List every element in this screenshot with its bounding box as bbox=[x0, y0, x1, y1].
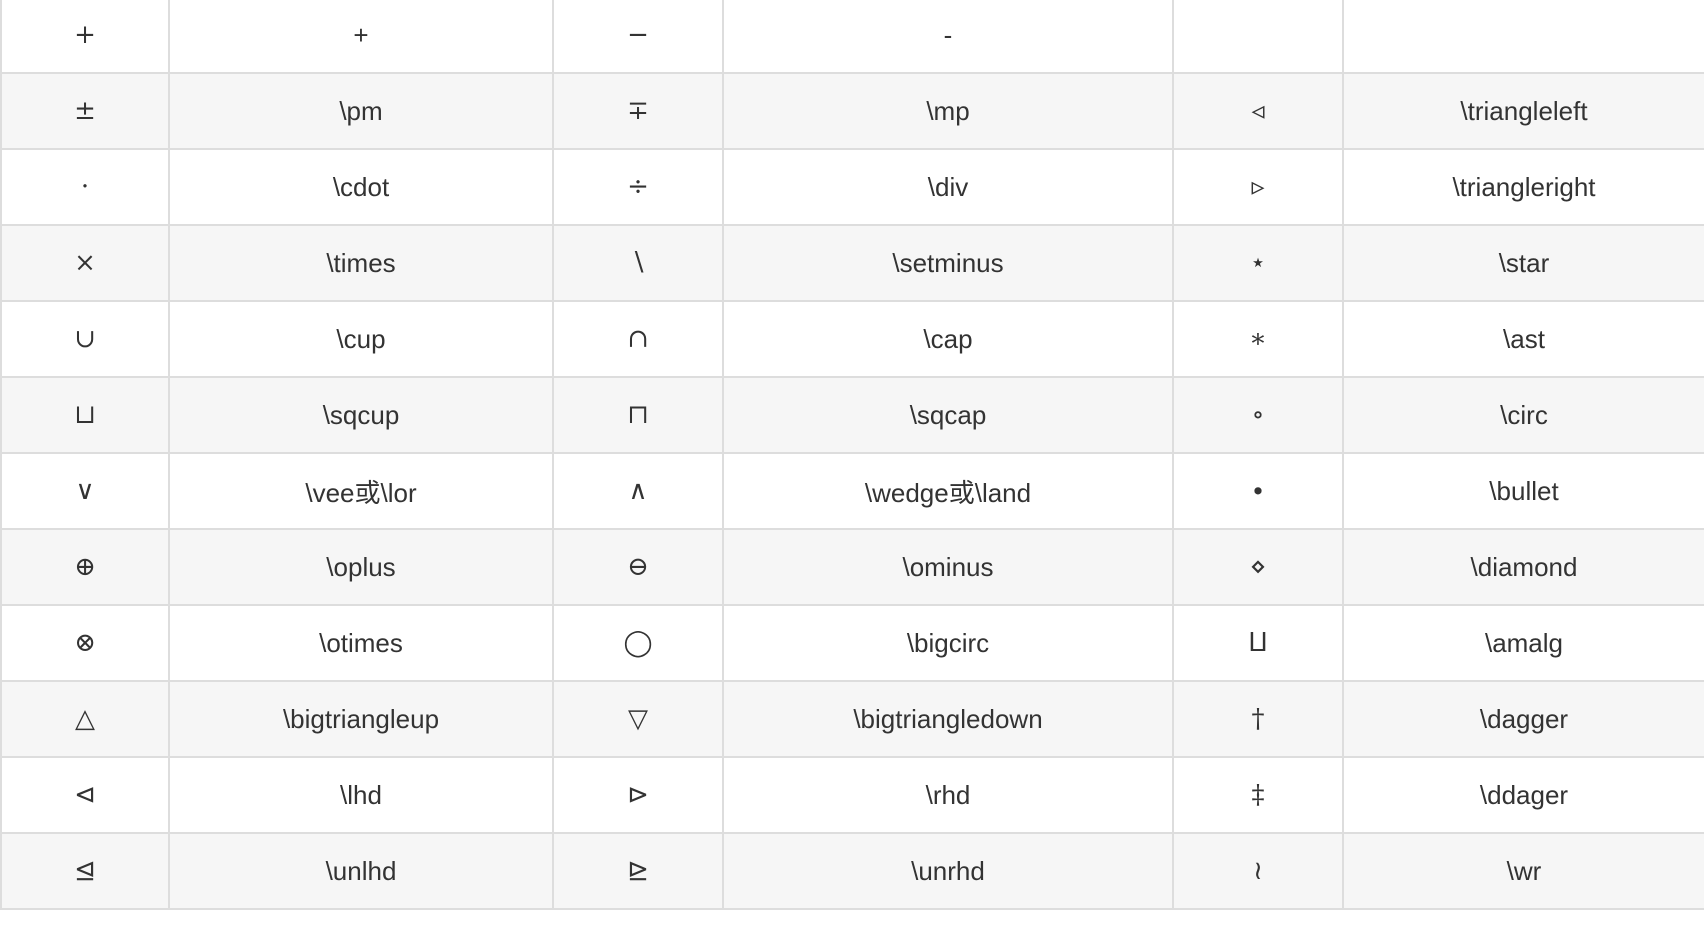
symbol-cell: ∩ bbox=[552, 300, 724, 378]
symbol-cell bbox=[1172, 0, 1344, 74]
command-cell: \sqcup bbox=[168, 376, 554, 454]
symbol-cell: ▹ bbox=[1172, 148, 1344, 226]
command-cell: \triangleright bbox=[1342, 148, 1704, 226]
symbol-cell: △ bbox=[0, 680, 170, 758]
command-cell: \bigtriangleup bbox=[168, 680, 554, 758]
command-cell: \amalg bbox=[1342, 604, 1704, 682]
command-cell: \vee或\lor bbox=[168, 452, 554, 530]
symbol-cell: ∖ bbox=[552, 224, 724, 302]
command-cell: \ddager bbox=[1342, 756, 1704, 834]
command-cell: \cap bbox=[722, 300, 1174, 378]
table-row: ⊔ \sqcup ⊓ \sqcap ∘ \circ bbox=[0, 376, 1704, 454]
command-cell: \mp bbox=[722, 72, 1174, 150]
command-cell: \diamond bbox=[1342, 528, 1704, 606]
symbol-cell: ◃ bbox=[1172, 72, 1344, 150]
symbol-cell: ∘ bbox=[1172, 376, 1344, 454]
table-row: + + − - bbox=[0, 0, 1704, 74]
symbol-cell: ⨿ bbox=[1172, 604, 1344, 682]
symbol-cell: · bbox=[0, 148, 170, 226]
symbol-cell: ⊵ bbox=[552, 832, 724, 910]
symbol-cell: ∓ bbox=[552, 72, 724, 150]
symbol-cell: ◯ bbox=[552, 604, 724, 682]
symbol-cell: ‡ bbox=[1172, 756, 1344, 834]
table-row: ⊗ \otimes ◯ \bigcirc ⨿ \amalg bbox=[0, 604, 1704, 682]
table-row: ⊕ \oplus ⊖ \ominus ⋄ \diamond bbox=[0, 528, 1704, 606]
command-cell: \circ bbox=[1342, 376, 1704, 454]
symbol-cell: ≀ bbox=[1172, 832, 1344, 910]
command-cell: \div bbox=[722, 148, 1174, 226]
command-cell: \rhd bbox=[722, 756, 1174, 834]
command-cell: \cdot bbox=[168, 148, 554, 226]
command-cell bbox=[1342, 0, 1704, 74]
symbol-cell: † bbox=[1172, 680, 1344, 758]
symbol-cell: ⊳ bbox=[552, 756, 724, 834]
symbol-cell: ± bbox=[0, 72, 170, 150]
table-row: ∪ \cup ∩ \cap ∗ \ast bbox=[0, 300, 1704, 378]
table-row: ± \pm ∓ \mp ◃ \triangleleft bbox=[0, 72, 1704, 150]
command-cell: \ast bbox=[1342, 300, 1704, 378]
table-row: △ \bigtriangleup ▽ \bigtriangledown † \dagger bbox=[0, 680, 1704, 758]
symbol-cell: ∗ bbox=[1172, 300, 1344, 378]
symbol-cell: ▽ bbox=[552, 680, 724, 758]
symbol-cell: ÷ bbox=[552, 148, 724, 226]
symbol-cell: ⊕ bbox=[0, 528, 170, 606]
command-cell: - bbox=[722, 0, 1174, 74]
table-body: + + − - ± \pm ∓ \mp ◃ \triangleleft · \cdot ÷ \div ▹ \t… bbox=[0, 0, 1704, 910]
symbol-cell: ⊲ bbox=[0, 756, 170, 834]
symbol-cell: ⊓ bbox=[552, 376, 724, 454]
command-cell: \cup bbox=[168, 300, 554, 378]
symbol-cell: ∪ bbox=[0, 300, 170, 378]
command-cell: \pm bbox=[168, 72, 554, 150]
command-cell: \otimes bbox=[168, 604, 554, 682]
command-cell: \star bbox=[1342, 224, 1704, 302]
command-cell: \oplus bbox=[168, 528, 554, 606]
symbol-cell: ⊗ bbox=[0, 604, 170, 682]
table-row: ⊴ \unlhd ⊵ \unrhd ≀ \wr bbox=[0, 832, 1704, 910]
table-row: ∨ \vee或\lor ∧ \wedge或\land ∙ \bullet bbox=[0, 452, 1704, 530]
command-cell: \unrhd bbox=[722, 832, 1174, 910]
command-cell: \wedge或\land bbox=[722, 452, 1174, 530]
symbol-cell: ∨ bbox=[0, 452, 170, 530]
symbol-cell: × bbox=[0, 224, 170, 302]
symbol-cell: ∧ bbox=[552, 452, 724, 530]
table-row: × \times ∖ \setminus ⋆ \star bbox=[0, 224, 1704, 302]
command-cell: \setminus bbox=[722, 224, 1174, 302]
table-row: ⊲ \lhd ⊳ \rhd ‡ \ddager bbox=[0, 756, 1704, 834]
command-cell: \bigcirc bbox=[722, 604, 1174, 682]
symbol-cell: ⊴ bbox=[0, 832, 170, 910]
command-cell: \dagger bbox=[1342, 680, 1704, 758]
command-cell: \bigtriangledown bbox=[722, 680, 1174, 758]
command-cell: \wr bbox=[1342, 832, 1704, 910]
command-cell: \ominus bbox=[722, 528, 1174, 606]
command-cell: \triangleleft bbox=[1342, 72, 1704, 150]
table-row: · \cdot ÷ \div ▹ \triangleright bbox=[0, 148, 1704, 226]
symbol-cell: ⊖ bbox=[552, 528, 724, 606]
symbol-cell: ∙ bbox=[1172, 452, 1344, 530]
symbol-table-container: + + − - ± \pm ∓ \mp ◃ \triangleleft · \cdot ÷ \div ▹ \t… bbox=[0, 0, 1704, 910]
command-cell: \unlhd bbox=[168, 832, 554, 910]
command-cell: \sqcap bbox=[722, 376, 1174, 454]
command-cell: \times bbox=[168, 224, 554, 302]
binary-operator-symbol-table: + + − - ± \pm ∓ \mp ◃ \triangleleft · \cdot ÷ \div ▹ \t… bbox=[0, 0, 1704, 910]
command-cell: \lhd bbox=[168, 756, 554, 834]
symbol-cell: − bbox=[552, 0, 724, 74]
symbol-cell: ⋆ bbox=[1172, 224, 1344, 302]
symbol-cell: + bbox=[0, 0, 170, 74]
symbol-cell: ⊔ bbox=[0, 376, 170, 454]
command-cell: + bbox=[168, 0, 554, 74]
symbol-cell: ⋄ bbox=[1172, 528, 1344, 606]
command-cell: \bullet bbox=[1342, 452, 1704, 530]
